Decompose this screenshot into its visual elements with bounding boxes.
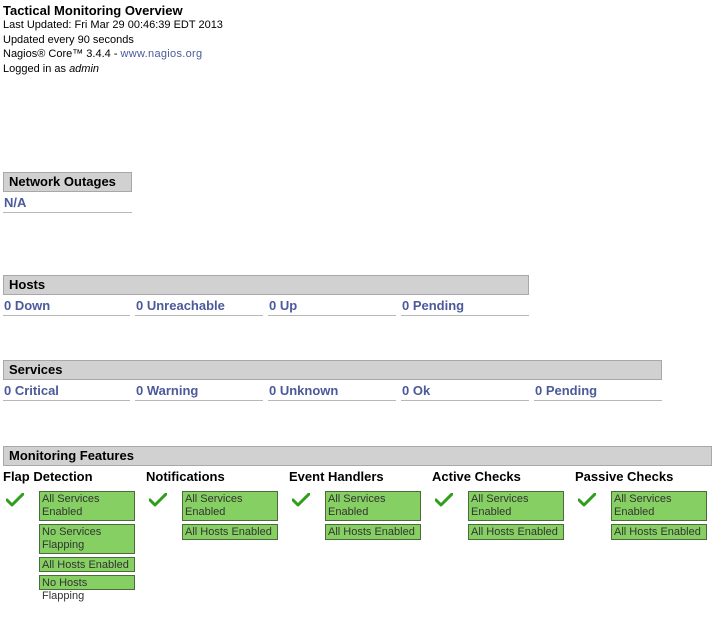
refresh-interval: Updated every 90 seconds <box>3 34 134 46</box>
hosts-pending[interactable]: 0 Pending <box>401 298 529 316</box>
check-icon[interactable] <box>578 493 596 507</box>
active-checks-title: Active Checks <box>432 469 521 484</box>
active-checks-services-enabled[interactable]: All Services Enabled <box>468 491 564 521</box>
check-icon[interactable] <box>435 493 453 507</box>
hosts-heading: Hosts <box>3 275 529 295</box>
event-handlers-title: Event Handlers <box>289 469 384 484</box>
login-info: Logged in as admin <box>3 63 99 75</box>
active-checks-hosts-enabled[interactable]: All Hosts Enabled <box>468 524 564 540</box>
nagios-link[interactable]: www.nagios.org <box>121 48 203 60</box>
notifications-services-enabled[interactable]: All Services Enabled <box>182 491 278 521</box>
services-critical[interactable]: 0 Critical <box>3 383 130 401</box>
flap-detection-title: Flap Detection <box>3 469 93 484</box>
notifications-title: Notifications <box>146 469 225 484</box>
product-version: Nagios® Core™ 3.4.4 - <box>3 48 121 60</box>
flap-hosts-enabled[interactable]: All Hosts Enabled <box>39 557 135 572</box>
network-outages-heading: Network Outages <box>3 172 132 192</box>
flap-services-enabled[interactable]: All Services Enabled <box>39 491 135 521</box>
page-title: Tactical Monitoring Overview <box>3 3 183 18</box>
services-pending[interactable]: 0 Pending <box>534 383 662 401</box>
event-handlers-services-enabled[interactable]: All Services Enabled <box>325 491 421 521</box>
passive-checks-services-enabled[interactable]: All Services Enabled <box>611 491 707 521</box>
network-outages-value[interactable]: N/A <box>3 195 132 213</box>
notifications-hosts-enabled[interactable]: All Hosts Enabled <box>182 524 278 540</box>
event-handlers-hosts-enabled[interactable]: All Hosts Enabled <box>325 524 421 540</box>
hosts-unreachable[interactable]: 0 Unreachable <box>135 298 263 316</box>
services-ok[interactable]: 0 Ok <box>401 383 529 401</box>
passive-checks-hosts-enabled[interactable]: All Hosts Enabled <box>611 524 707 540</box>
check-icon[interactable] <box>292 493 310 507</box>
check-icon[interactable] <box>6 493 24 507</box>
services-unknown[interactable]: 0 Unknown <box>268 383 396 401</box>
hosts-down[interactable]: 0 Down <box>3 298 130 316</box>
username: admin <box>69 63 100 75</box>
flap-services-flapping[interactable]: No Services Flapping <box>39 524 135 554</box>
monitoring-features-heading: Monitoring Features <box>3 446 712 466</box>
logged-in-label: Logged in as <box>3 63 70 75</box>
hosts-up[interactable]: 0 Up <box>268 298 396 316</box>
check-icon[interactable] <box>149 493 167 507</box>
services-warning[interactable]: 0 Warning <box>135 383 263 401</box>
services-heading: Services <box>3 360 662 380</box>
last-updated: Last Updated: Fri Mar 29 00:46:39 EDT 20… <box>3 19 223 31</box>
product-info: Nagios® Core™ 3.4.4 - www.nagios.org <box>3 48 202 60</box>
flap-hosts-flapping[interactable]: No Hosts Flapping <box>39 575 135 602</box>
passive-checks-title: Passive Checks <box>575 469 674 484</box>
